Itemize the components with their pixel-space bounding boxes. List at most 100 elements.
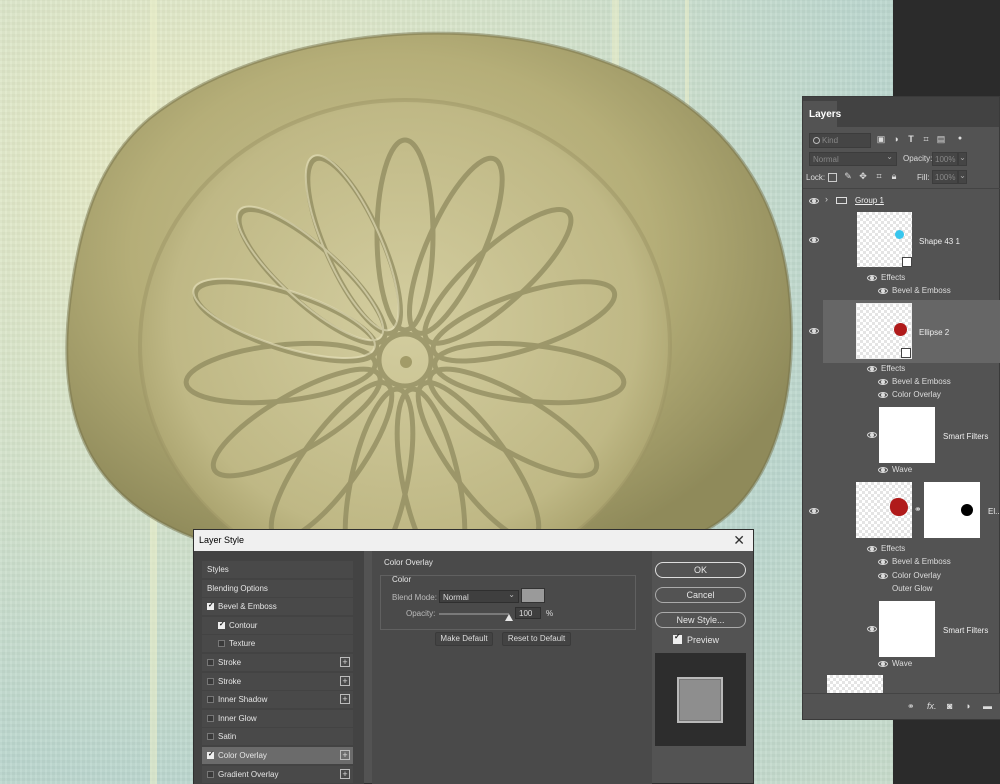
style-item-bevel-emboss[interactable]: Bevel & Emboss	[202, 598, 353, 616]
effect-name[interactable]: Outer Glow	[892, 584, 932, 593]
filter-name[interactable]: Wave	[892, 465, 912, 474]
lock-transparent-icon[interactable]	[828, 173, 837, 182]
layer-blend-mode-select[interactable]: Normal	[809, 152, 897, 166]
visibility-eye-icon[interactable]	[809, 237, 819, 243]
style-item-contour[interactable]: Contour	[202, 616, 353, 634]
ok-button[interactable]: OK	[655, 562, 746, 578]
lock-artboard-icon[interactable]: ⌗	[874, 171, 884, 181]
add-mask-icon[interactable]: ◙	[947, 701, 952, 711]
style-checkbox[interactable]	[207, 601, 214, 611]
make-default-button[interactable]: Make Default	[435, 632, 493, 646]
style-checkbox[interactable]	[207, 714, 214, 722]
add-style-instance-icon[interactable]: +	[340, 656, 350, 667]
cancel-button[interactable]: Cancel	[655, 587, 746, 603]
style-checkbox[interactable]	[207, 658, 214, 666]
opacity-slider-track[interactable]	[439, 613, 509, 615]
mask-thumbnail[interactable]	[924, 482, 980, 538]
effect-visibility-icon[interactable]	[878, 573, 888, 579]
style-checkbox[interactable]	[207, 733, 214, 741]
opacity-dropdown-icon[interactable]: ⌄	[958, 152, 967, 166]
lock-paint-icon[interactable]: ✎	[843, 171, 853, 181]
fill-dropdown-icon[interactable]: ⌄	[958, 170, 967, 184]
layer-ellipse-masked[interactable]: ⚭ El...	[803, 480, 1000, 542]
style-item-gradient-overlay[interactable]: Gradient Overlay +	[202, 765, 353, 783]
lock-position-icon[interactable]: ✥	[858, 171, 868, 181]
mask-link-icon[interactable]: ⚭	[914, 504, 922, 515]
close-icon[interactable]: ✕	[733, 532, 745, 548]
dialog-titlebar[interactable]: Layer Style ✕	[194, 530, 753, 551]
style-item-color-overlay[interactable]: Color Overlay +	[202, 746, 353, 764]
effect-visibility-icon[interactable]	[878, 379, 888, 385]
layer-fill-input[interactable]: 100%	[932, 170, 958, 184]
adjustment-filter-icon[interactable]: ◑	[891, 134, 901, 144]
visibility-eye-icon[interactable]	[809, 508, 819, 514]
effect-name[interactable]: Color Overlay	[892, 390, 941, 399]
visibility-eye-icon[interactable]	[809, 198, 819, 204]
filter-visibility-icon[interactable]	[878, 661, 888, 667]
effect-name[interactable]: Color Overlay	[892, 571, 941, 580]
effects-visibility-icon[interactable]	[867, 546, 877, 552]
smart-filters-visibility-icon[interactable]	[867, 626, 877, 632]
add-layer-style-button[interactable]: fx.	[927, 701, 937, 711]
style-checkbox[interactable]	[207, 770, 214, 778]
effects-visibility-icon[interactable]	[867, 275, 877, 281]
link-layers-icon[interactable]: ⚭	[907, 701, 915, 712]
visibility-eye-icon[interactable]	[809, 328, 819, 334]
blending-options-item[interactable]: Blending Options	[202, 579, 353, 597]
add-style-instance-icon[interactable]: +	[340, 749, 350, 760]
effects-visibility-icon[interactable]	[867, 366, 877, 372]
blend-mode-select[interactable]: Normal	[439, 590, 519, 603]
style-item-inner-glow[interactable]: Inner Glow	[202, 709, 353, 727]
smart-filters-row[interactable]: Smart Filters	[803, 405, 1000, 465]
group-expand-icon[interactable]: ›	[825, 194, 828, 204]
opacity-input[interactable]: 100	[515, 607, 541, 619]
pixel-filter-icon[interactable]: ▣	[876, 134, 886, 144]
filter-visibility-icon[interactable]	[878, 467, 888, 473]
effect-name[interactable]: Bevel & Emboss	[892, 286, 951, 295]
reset-to-default-button[interactable]: Reset to Default	[502, 632, 571, 646]
style-item-stroke[interactable]: Stroke +	[202, 653, 353, 671]
effect-visibility-icon[interactable]	[878, 288, 888, 294]
filter-name[interactable]: Wave	[892, 659, 912, 668]
kind-filter-select[interactable]: Kind	[809, 133, 871, 148]
style-item-stroke[interactable]: Stroke +	[202, 672, 353, 690]
layer-shape-43-1[interactable]: Shape 43 1	[803, 210, 1000, 270]
layer-group-1[interactable]: › Group 1	[803, 192, 1000, 210]
smart-filters-row[interactable]: Smart Filters	[803, 599, 1000, 659]
layer-opacity-input[interactable]: 100%	[932, 152, 958, 166]
shape-filter-icon[interactable]: ⌗	[921, 134, 931, 144]
effect-visibility-icon[interactable]	[878, 392, 888, 398]
add-style-instance-icon[interactable]: +	[340, 675, 350, 686]
lock-all-icon[interactable]: 🔒︎	[889, 171, 899, 181]
layer-name[interactable]: Group 1	[855, 196, 884, 205]
style-checkbox[interactable]	[207, 677, 214, 685]
effect-name[interactable]: Bevel & Emboss	[892, 557, 951, 566]
add-style-instance-icon[interactable]: +	[340, 768, 350, 779]
layer-name[interactable]: El...	[988, 507, 1000, 516]
overlay-color-swatch[interactable]	[521, 588, 545, 603]
style-checkbox[interactable]	[207, 750, 214, 759]
style-checkbox[interactable]	[218, 620, 225, 629]
preview-checkbox[interactable]	[673, 632, 682, 644]
add-style-instance-icon[interactable]: +	[340, 694, 350, 705]
new-style-button[interactable]: New Style...	[655, 612, 746, 628]
styles-header[interactable]: Styles	[202, 561, 353, 578]
smart-filters-visibility-icon[interactable]	[867, 432, 877, 438]
effect-name[interactable]: Bevel & Emboss	[892, 377, 951, 386]
layer-name[interactable]: Shape 43 1	[919, 237, 960, 246]
new-adjustment-layer-icon[interactable]: ◑	[965, 701, 970, 711]
style-item-inner-shadow[interactable]: Inner Shadow +	[202, 691, 353, 709]
style-item-satin[interactable]: Satin	[202, 728, 353, 746]
filter-toggle-icon[interactable]: ●	[955, 134, 965, 144]
tab-layers[interactable]: Layers	[803, 101, 841, 127]
layer-ellipse-2[interactable]: Ellipse 2	[803, 300, 1000, 363]
new-group-icon[interactable]: ▬	[983, 701, 992, 711]
style-checkbox[interactable]	[218, 640, 225, 648]
layer-name[interactable]: Ellipse 2	[919, 328, 949, 337]
smart-object-filter-icon[interactable]: ▤	[936, 134, 946, 144]
effect-visibility-icon[interactable]	[878, 559, 888, 565]
opacity-slider-thumb[interactable]	[505, 614, 513, 621]
type-filter-icon[interactable]: T	[906, 134, 916, 144]
style-checkbox[interactable]	[207, 696, 214, 704]
style-item-texture[interactable]: Texture	[202, 635, 353, 653]
